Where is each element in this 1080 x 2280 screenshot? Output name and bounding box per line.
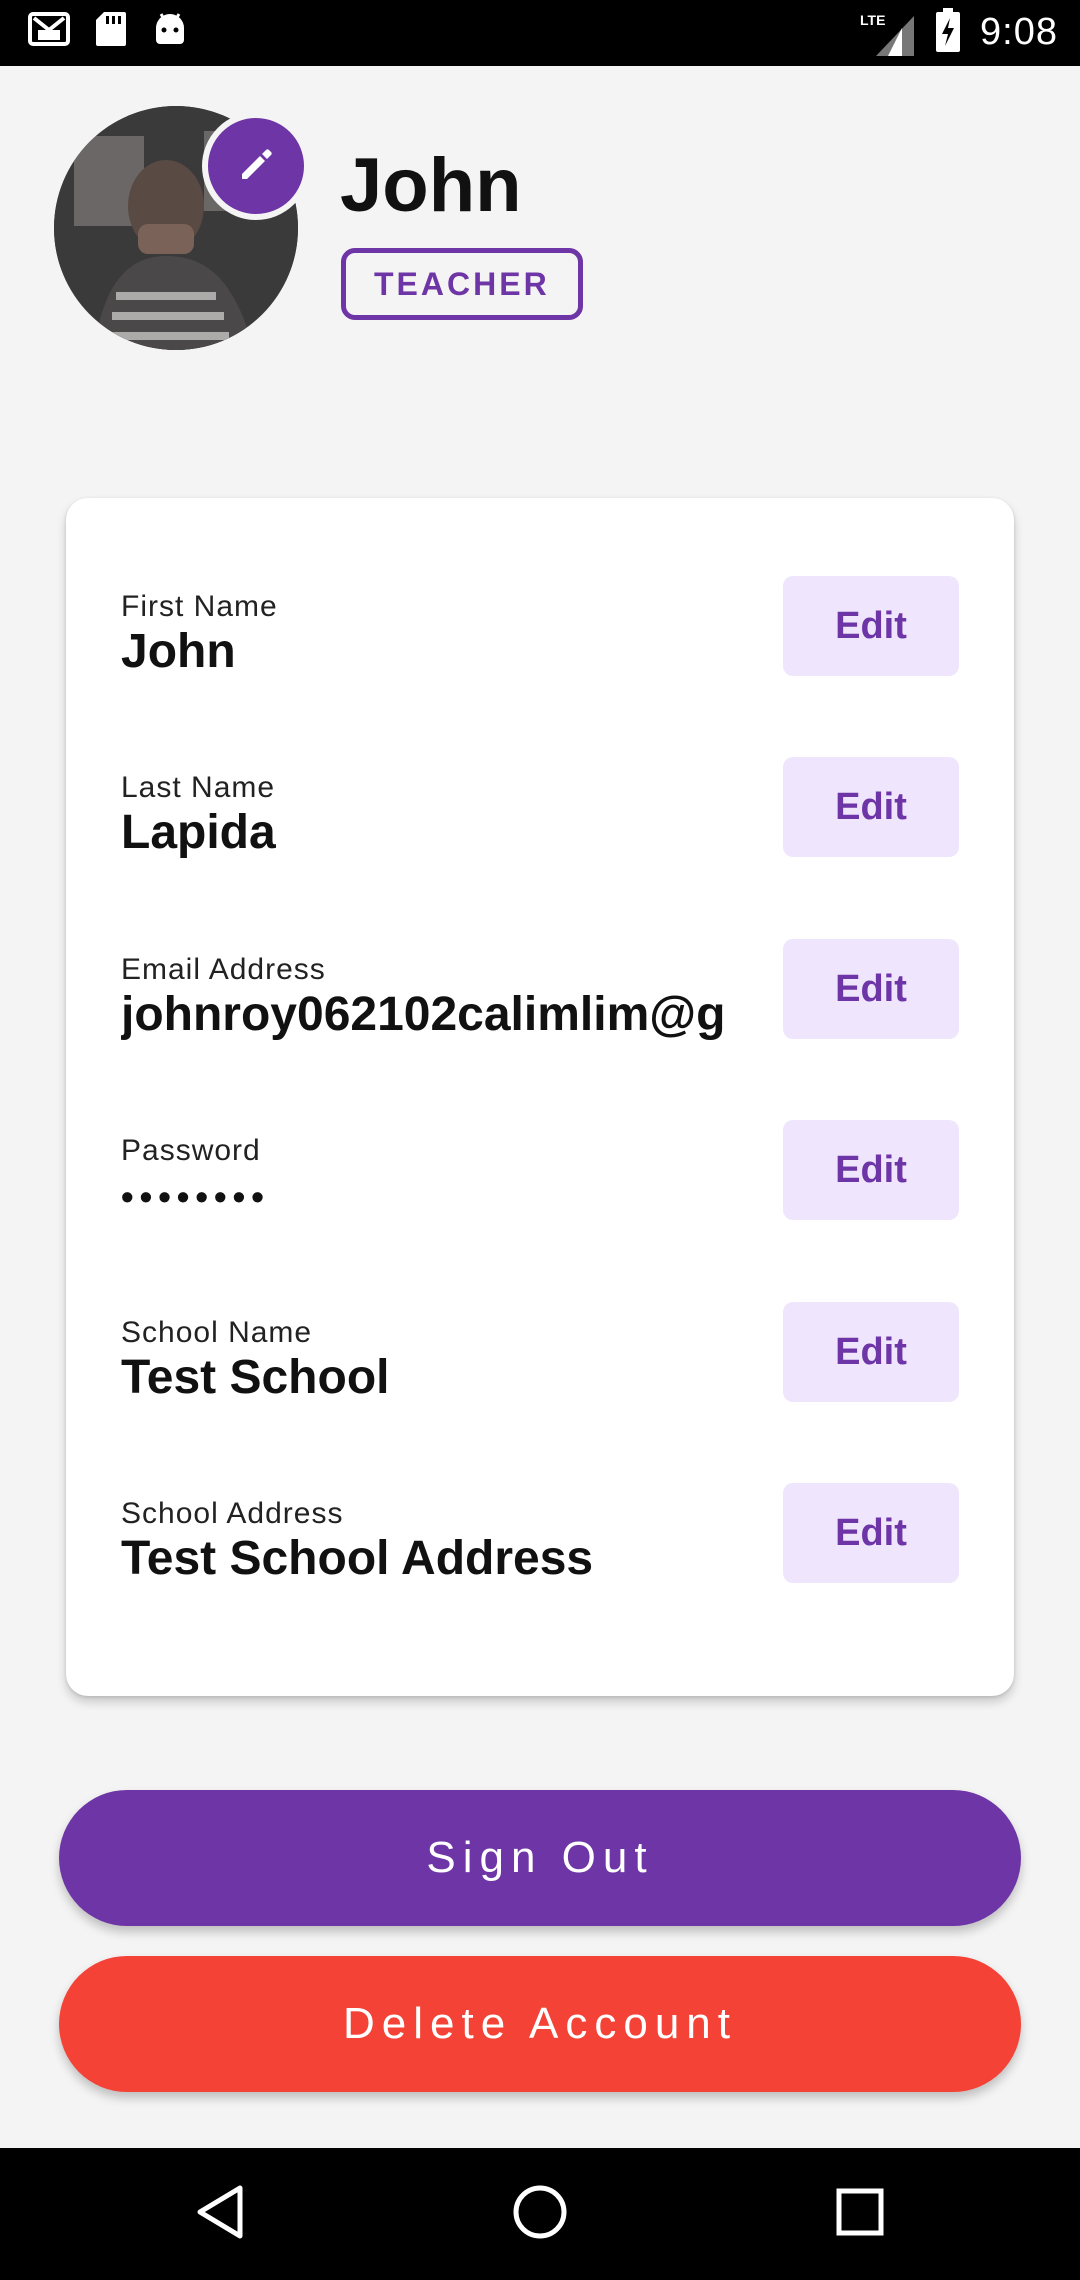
system-icons: LTE 9:08 xyxy=(860,6,1058,59)
pencil-icon xyxy=(236,144,276,189)
avatar-container xyxy=(54,106,310,350)
field-password: Password •••••••• Edit xyxy=(66,1120,1014,1234)
field-label: School Address xyxy=(121,1497,344,1530)
edit-password-button[interactable]: Edit xyxy=(783,1120,959,1220)
field-school-address: School Address Test School Address Edit xyxy=(66,1483,1014,1597)
field-label: Password xyxy=(121,1134,261,1167)
edit-school-name-button[interactable]: Edit xyxy=(783,1302,959,1402)
home-button[interactable] xyxy=(504,2178,576,2250)
edit-email-button[interactable]: Edit xyxy=(783,939,959,1039)
recents-button[interactable] xyxy=(824,2178,896,2250)
field-value: •••••••• xyxy=(121,1176,270,1217)
field-value: Test School Address xyxy=(121,1532,594,1585)
android-icon xyxy=(152,10,188,53)
edit-school-address-button[interactable]: Edit xyxy=(783,1483,959,1583)
field-school-name: School Name Test School Edit xyxy=(66,1302,1014,1416)
field-value: johnroy062102calimlim@g xyxy=(121,988,726,1041)
field-first-name: First Name John Edit xyxy=(66,576,1014,690)
navigation-bar xyxy=(0,2148,1080,2280)
battery-charging-icon xyxy=(934,6,962,59)
back-icon xyxy=(194,2184,246,2245)
field-label: Email Address xyxy=(121,953,326,986)
field-label: Last Name xyxy=(121,771,276,804)
role-badge: TEACHER xyxy=(341,248,583,320)
field-value: Test School xyxy=(121,1351,390,1404)
field-value: Lapida xyxy=(121,806,276,859)
field-label: School Name xyxy=(121,1316,313,1349)
home-icon xyxy=(512,2184,568,2245)
field-value: John xyxy=(121,625,236,678)
account-details-card: First Name John Edit Last Name Lapida Ed… xyxy=(66,498,1014,1696)
edit-photo-button[interactable] xyxy=(202,112,310,220)
sign-out-button[interactable]: Sign Out xyxy=(59,1790,1021,1926)
delete-account-button[interactable]: Delete Account xyxy=(59,1956,1021,2092)
gmail-icon xyxy=(28,10,70,53)
recents-icon xyxy=(835,2187,885,2242)
edit-first-name-button[interactable]: Edit xyxy=(783,576,959,676)
signal-icon: LTE xyxy=(860,8,916,58)
field-label: First Name xyxy=(121,590,278,623)
back-button[interactable] xyxy=(184,2178,256,2250)
sd-card-icon xyxy=(94,10,128,53)
notification-icons xyxy=(28,10,188,53)
status-time: 9:08 xyxy=(980,11,1058,53)
field-email-address: Email Address johnroy062102calimlim@g Ed… xyxy=(66,939,1014,1053)
edit-last-name-button[interactable]: Edit xyxy=(783,757,959,857)
profile-name: John xyxy=(340,143,522,228)
field-last-name: Last Name Lapida Edit xyxy=(66,757,1014,871)
status-bar: LTE 9:08 xyxy=(0,0,1080,66)
